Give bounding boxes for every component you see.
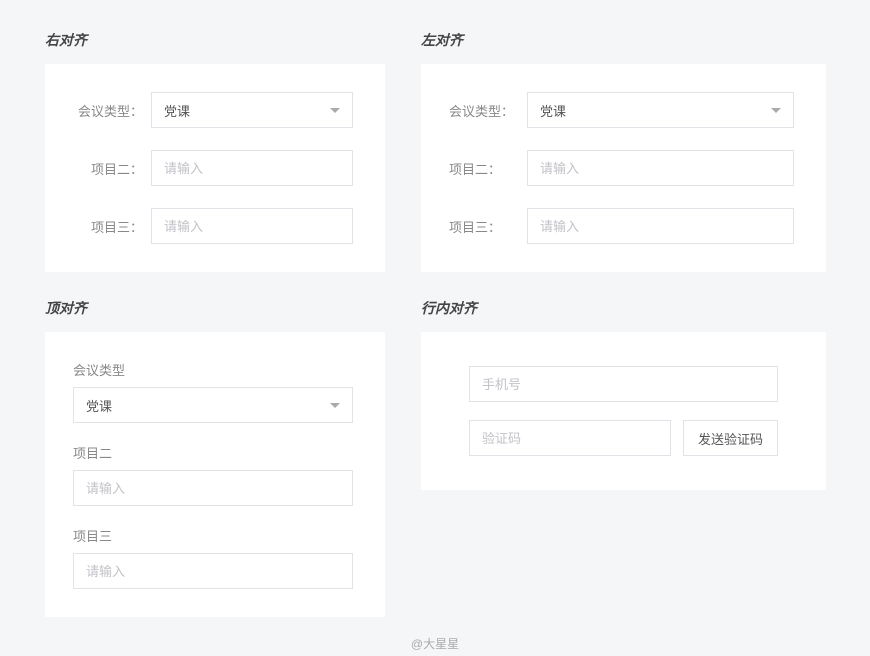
form-row-phone [469, 366, 778, 402]
section-right-align: 右对齐 会议类型： 党课 项目二： 项目三： [45, 30, 385, 272]
chevron-down-icon [330, 403, 340, 408]
form-row-meeting-type: 会议类型： 党课 [449, 92, 794, 128]
footer-credit: @大星星 [45, 635, 825, 652]
meeting-type-label: 会议类型 [73, 360, 353, 379]
section-top-align: 顶对齐 会议类型 党课 项目二 项目三 [45, 298, 385, 617]
item2-label: 项目二： [73, 159, 151, 178]
section-title: 左对齐 [421, 30, 826, 50]
form-row-code: 发送验证码 [469, 420, 778, 456]
item3-input[interactable] [151, 208, 353, 244]
form-row-item2: 项目二： [73, 150, 353, 186]
form-card: 会议类型： 党课 项目二： 项目三： [421, 64, 826, 272]
form-row-meeting-type: 会议类型 党课 [73, 360, 353, 423]
code-input[interactable] [469, 420, 671, 456]
item3-label: 项目三： [73, 217, 151, 236]
form-card: 发送验证码 [421, 332, 826, 490]
meeting-type-select[interactable]: 党课 [151, 92, 353, 128]
section-title: 右对齐 [45, 30, 385, 50]
item2-input[interactable] [527, 150, 794, 186]
chevron-down-icon [330, 108, 340, 113]
select-value: 党课 [540, 101, 566, 120]
form-card: 会议类型： 党课 项目二： 项目三： [45, 64, 385, 272]
select-value: 党课 [86, 396, 112, 415]
item2-label: 项目二 [73, 443, 353, 462]
phone-input[interactable] [469, 366, 778, 402]
item3-label: 项目三 [73, 526, 353, 545]
chevron-down-icon [771, 108, 781, 113]
form-row-item2: 项目二： [449, 150, 794, 186]
form-row-item3: 项目三 [73, 526, 353, 589]
item2-input[interactable] [151, 150, 353, 186]
item2-input[interactable] [73, 470, 353, 506]
meeting-type-label: 会议类型： [73, 101, 151, 120]
form-row-item3: 项目三： [73, 208, 353, 244]
meeting-type-select[interactable]: 党课 [73, 387, 353, 423]
item3-label: 项目三： [449, 217, 527, 236]
item3-input[interactable] [527, 208, 794, 244]
section-title: 行内对齐 [421, 298, 826, 318]
form-card: 会议类型 党课 项目二 项目三 [45, 332, 385, 617]
select-value: 党课 [164, 101, 190, 120]
form-row-item3: 项目三： [449, 208, 794, 244]
form-row-item2: 项目二 [73, 443, 353, 506]
section-title: 顶对齐 [45, 298, 385, 318]
meeting-type-select[interactable]: 党课 [527, 92, 794, 128]
item3-input[interactable] [73, 553, 353, 589]
send-code-button[interactable]: 发送验证码 [683, 420, 778, 456]
meeting-type-label: 会议类型： [449, 101, 527, 120]
section-inline-align: 行内对齐 发送验证码 [421, 298, 826, 617]
form-row-meeting-type: 会议类型： 党课 [73, 92, 353, 128]
section-left-align: 左对齐 会议类型： 党课 项目二： 项目三： [421, 30, 826, 272]
item2-label: 项目二： [449, 159, 527, 178]
